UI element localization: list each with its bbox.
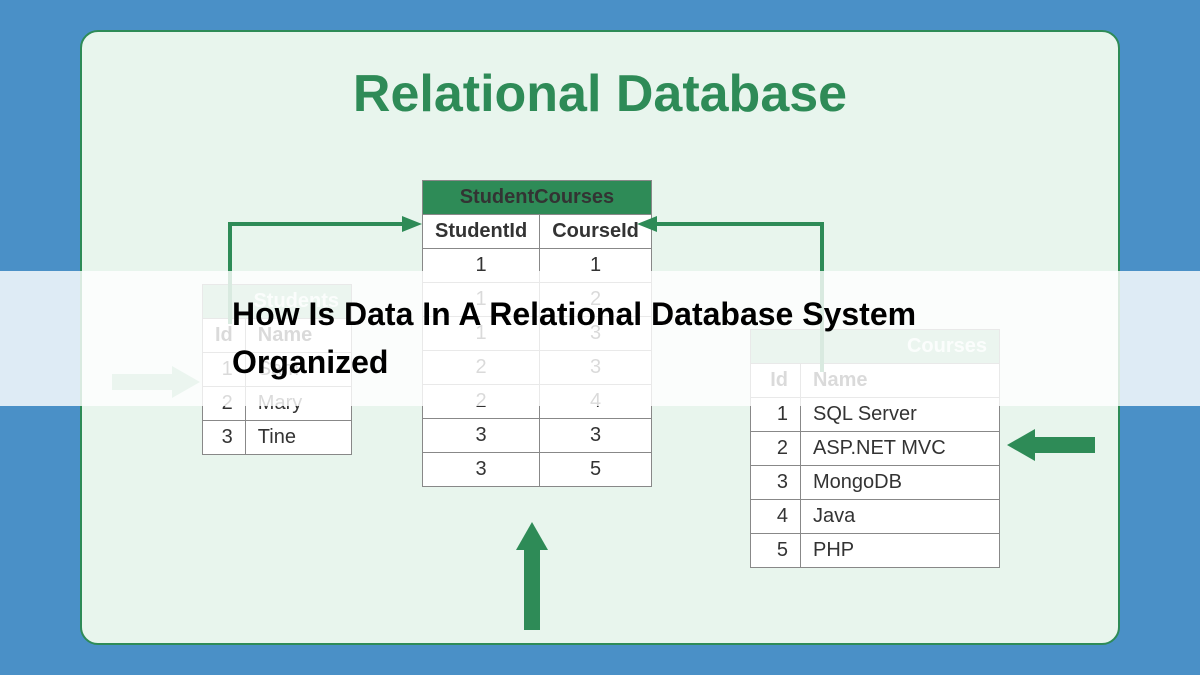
table-row: 2ASP.NET MVC [751,432,1000,466]
student-courses-table-title: StudentCourses [423,181,652,215]
table-row: 5PHP [751,534,1000,568]
table-row: 3MongoDB [751,466,1000,500]
arrow-right-icon [1007,425,1097,465]
arrow-bottom-icon [512,522,552,632]
table-row: 33 [423,419,652,453]
overlay-heading: How Is Data In A Relational Database Sys… [232,290,992,386]
student-courses-col-studentid: StudentId [423,215,540,249]
table-row: 3Tine [203,421,352,455]
student-courses-col-courseid: CourseId [540,215,652,249]
table-row: 35 [423,453,652,487]
diagram-title: Relational Database [82,64,1118,124]
table-row: 4Java [751,500,1000,534]
